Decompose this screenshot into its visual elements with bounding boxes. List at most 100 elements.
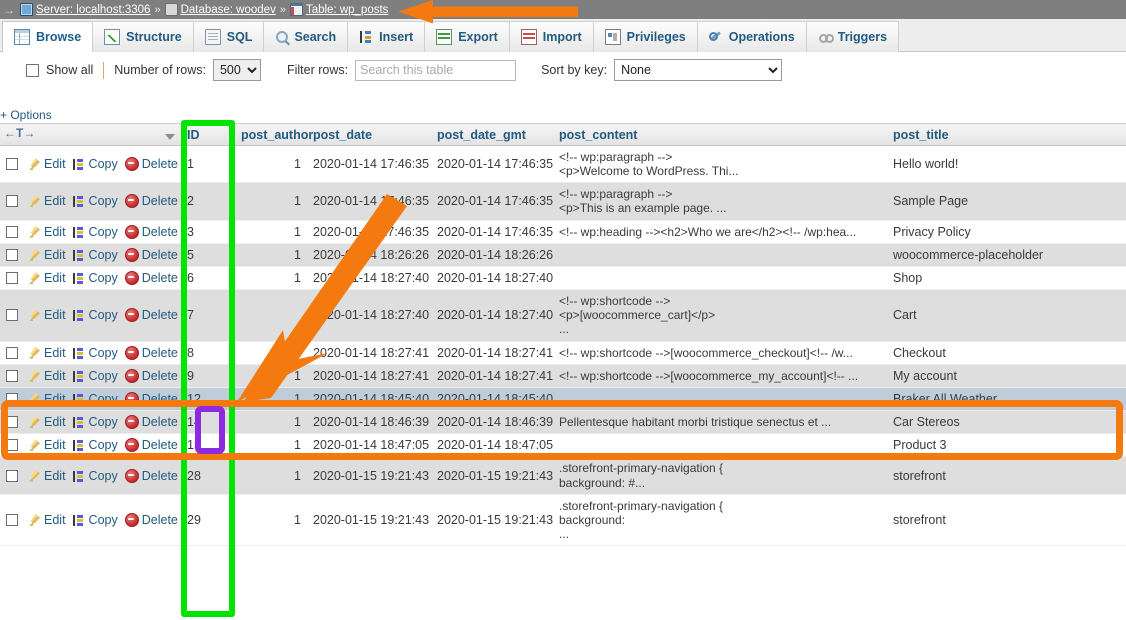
- cell-post-date[interactable]: 2020-01-14 18:45:40: [307, 387, 431, 410]
- cell-post-author[interactable]: 1: [235, 434, 307, 457]
- row-select-checkbox[interactable]: [6, 195, 18, 207]
- cell-post-author[interactable]: 1: [235, 364, 307, 387]
- copy-link[interactable]: Copy: [73, 271, 118, 285]
- cell-post-date[interactable]: 2020-01-15 19:21:43: [307, 494, 431, 545]
- cell-post-author[interactable]: 1: [235, 457, 307, 494]
- cell-post-date[interactable]: 2020-01-14 18:47:05: [307, 434, 431, 457]
- cell-id[interactable]: 14: [181, 411, 235, 434]
- sort-by-key-select[interactable]: None: [614, 59, 782, 81]
- edit-link[interactable]: Edit: [28, 271, 66, 285]
- cell-post-date[interactable]: 2020-01-14 18:26:26: [307, 243, 431, 266]
- edit-link[interactable]: Edit: [28, 308, 66, 322]
- tab-search[interactable]: Search: [263, 21, 348, 52]
- copy-link[interactable]: Copy: [73, 469, 118, 483]
- row-select-checkbox[interactable]: [6, 416, 18, 428]
- cell-post-title[interactable]: My account: [887, 364, 1126, 387]
- cell-post-date[interactable]: 2020-01-14 18:46:39: [307, 411, 431, 434]
- options-toggle-link[interactable]: + Options: [0, 108, 52, 122]
- cell-post-date[interactable]: 2020-01-14 18:27:40: [307, 266, 431, 289]
- row-select-checkbox[interactable]: [6, 439, 18, 451]
- cell-id[interactable]: 2: [181, 183, 235, 220]
- cell-id[interactable]: 28: [181, 457, 235, 494]
- cell-post-title[interactable]: Hello world!: [887, 146, 1126, 183]
- row-select-checkbox[interactable]: [6, 158, 18, 170]
- copy-link[interactable]: Copy: [73, 346, 118, 360]
- cell-id[interactable]: 6: [181, 266, 235, 289]
- table-row[interactable]: EditCopyDelete812020-01-14 18:27:412020-…: [0, 341, 1126, 364]
- edit-link[interactable]: Edit: [28, 248, 66, 262]
- copy-link[interactable]: Copy: [73, 308, 118, 322]
- cell-post-content[interactable]: .storefront-primary-navigation { backgro…: [553, 457, 887, 494]
- edit-link[interactable]: Edit: [28, 369, 66, 383]
- header-post-author[interactable]: post_author: [235, 124, 307, 146]
- cell-post-content[interactable]: <!-- wp:heading --><h2>Who we are</h2><!…: [553, 220, 887, 243]
- edit-link[interactable]: Edit: [28, 346, 66, 360]
- cell-post-date-gmt[interactable]: 2020-01-14 18:47:05: [431, 434, 553, 457]
- cell-post-title[interactable]: Shop: [887, 266, 1126, 289]
- filter-rows-input[interactable]: [355, 60, 516, 81]
- cell-post-content[interactable]: <!-- wp:shortcode -->[woocommerce_checko…: [553, 341, 887, 364]
- table-row[interactable]: EditCopyDelete2812020-01-15 19:21:432020…: [0, 457, 1126, 494]
- delete-link[interactable]: Delete: [125, 308, 178, 322]
- copy-link[interactable]: Copy: [73, 513, 118, 527]
- cell-id[interactable]: 8: [181, 341, 235, 364]
- tab-operations[interactable]: Operations: [697, 21, 807, 52]
- cell-post-content[interactable]: <!-- wp:shortcode --><p>[woocommerce_car…: [553, 290, 887, 341]
- edit-link[interactable]: Edit: [28, 513, 66, 527]
- cell-post-title[interactable]: Car Stereos: [887, 411, 1126, 434]
- delete-link[interactable]: Delete: [125, 469, 178, 483]
- table-row[interactable]: EditCopyDelete512020-01-14 18:26:262020-…: [0, 243, 1126, 266]
- delete-link[interactable]: Delete: [125, 369, 178, 383]
- cell-post-author[interactable]: 1: [235, 266, 307, 289]
- cell-post-author[interactable]: [235, 290, 307, 341]
- cell-post-content[interactable]: Pellentesque habitant morbi tristique se…: [553, 411, 887, 434]
- cell-post-title[interactable]: Product 3: [887, 434, 1126, 457]
- table-row[interactable]: EditCopyDelete112020-01-14 17:46:352020-…: [0, 146, 1126, 183]
- delete-link[interactable]: Delete: [125, 271, 178, 285]
- copy-link[interactable]: Copy: [73, 369, 118, 383]
- table-row[interactable]: EditCopyDelete2912020-01-15 19:21:432020…: [0, 494, 1126, 545]
- cell-id[interactable]: 15: [181, 434, 235, 457]
- back-arrow-icon[interactable]: →: [3, 4, 15, 16]
- cell-post-title[interactable]: Braker All Weather: [887, 387, 1126, 410]
- cell-post-author[interactable]: 1: [235, 341, 307, 364]
- row-select-checkbox[interactable]: [6, 272, 18, 284]
- cell-post-date-gmt[interactable]: 2020-01-14 17:46:35: [431, 183, 553, 220]
- cell-post-content[interactable]: <!-- wp:paragraph --><p>Welcome to WordP…: [553, 146, 887, 183]
- cell-post-title[interactable]: Sample Page: [887, 183, 1126, 220]
- delete-link[interactable]: Delete: [125, 346, 178, 360]
- cell-id[interactable]: 12: [181, 387, 235, 410]
- delete-link[interactable]: Delete: [125, 392, 178, 406]
- cell-post-title[interactable]: Privacy Policy: [887, 220, 1126, 243]
- delete-link[interactable]: Delete: [125, 225, 178, 239]
- header-id[interactable]: ID: [181, 124, 235, 146]
- cell-post-title[interactable]: woocommerce-placeholder: [887, 243, 1126, 266]
- table-row[interactable]: EditCopyDelete1512020-01-14 18:47:052020…: [0, 434, 1126, 457]
- edit-link[interactable]: Edit: [28, 392, 66, 406]
- cell-post-date-gmt[interactable]: 2020-01-14 17:46:35: [431, 146, 553, 183]
- table-row[interactable]: EditCopyDelete312020-01-14 17:46:352020-…: [0, 220, 1126, 243]
- tab-structure[interactable]: Structure: [92, 21, 194, 52]
- cell-post-content[interactable]: [553, 387, 887, 410]
- copy-link[interactable]: Copy: [73, 157, 118, 171]
- tab-triggers[interactable]: Triggers: [806, 21, 899, 52]
- table-row[interactable]: EditCopyDelete1412020-01-14 18:46:392020…: [0, 411, 1126, 434]
- cell-id[interactable]: 1: [181, 146, 235, 183]
- cell-post-date-gmt[interactable]: 2020-01-14 18:27:41: [431, 364, 553, 387]
- cell-post-author[interactable]: 1: [235, 243, 307, 266]
- copy-link[interactable]: Copy: [73, 225, 118, 239]
- table-row[interactable]: EditCopyDelete612020-01-14 18:27:402020-…: [0, 266, 1126, 289]
- delete-link[interactable]: Delete: [125, 248, 178, 262]
- cell-id[interactable]: 7: [181, 290, 235, 341]
- header-post-title[interactable]: post_title: [887, 124, 1126, 146]
- cell-post-date-gmt[interactable]: 2020-01-15 19:21:43: [431, 494, 553, 545]
- delete-link[interactable]: Delete: [125, 513, 178, 527]
- number-of-rows-select[interactable]: 500: [213, 59, 261, 81]
- header-sort-controls[interactable]: ←T→: [0, 124, 181, 146]
- header-post-date[interactable]: post_date: [307, 124, 431, 146]
- cell-post-date-gmt[interactable]: 2020-01-14 18:27:41: [431, 341, 553, 364]
- cell-post-date[interactable]: 2020-01-14 18:27:40: [307, 290, 431, 341]
- edit-link[interactable]: Edit: [28, 225, 66, 239]
- cell-post-title[interactable]: Checkout: [887, 341, 1126, 364]
- tab-browse[interactable]: Browse: [2, 21, 93, 52]
